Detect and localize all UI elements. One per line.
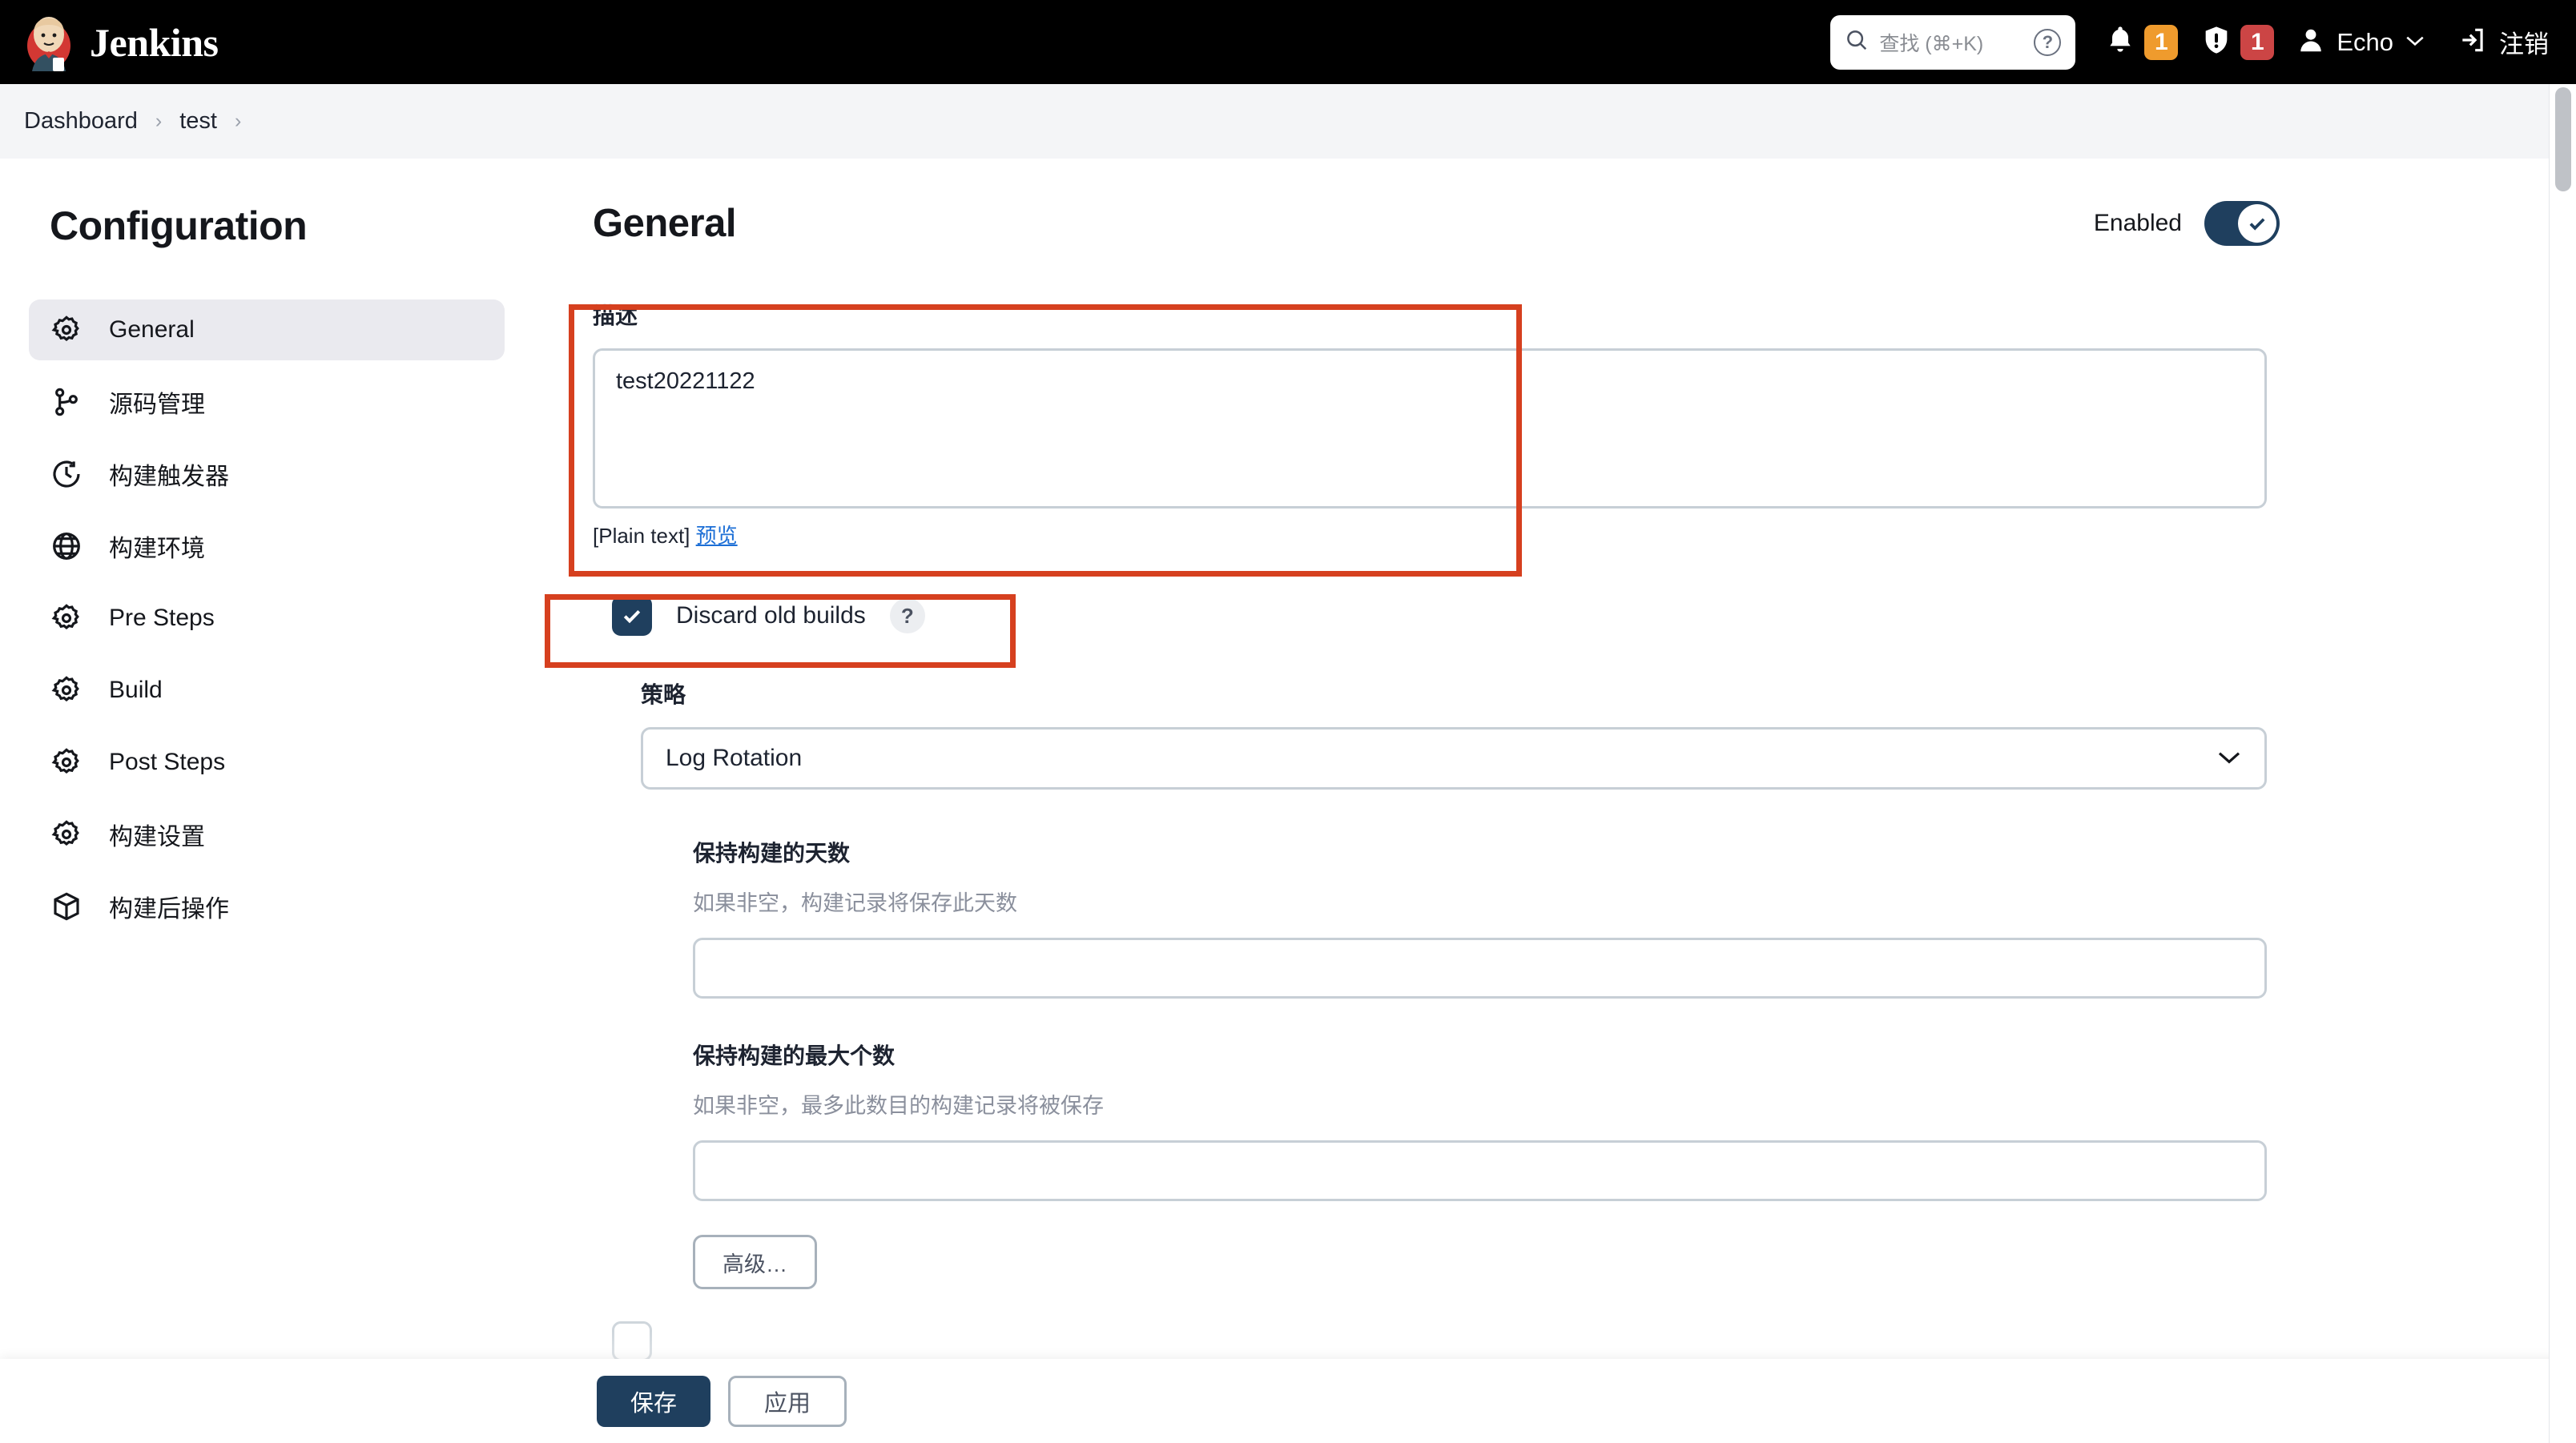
general-form: 描述 test20221122 [Plain text] 预览 Discard … (545, 281, 2576, 1361)
sidebar-item-pre-steps[interactable]: Pre Steps (29, 588, 505, 649)
page-body: Configuration General 源码管理 构建触发器 构建环境 Pr… (0, 159, 2576, 1443)
question-mark-icon[interactable]: ? (889, 598, 925, 633)
form-action-bar: 保存 应用 (0, 1359, 2576, 1443)
person-icon (2296, 25, 2325, 59)
section-header: General Enabled (545, 159, 2576, 246)
chevron-down-icon[interactable] (2216, 745, 2242, 772)
sidebar-item-source-control[interactable]: 源码管理 (29, 372, 505, 432)
sidebar-item-label: 构建后操作 (109, 896, 229, 922)
save-button[interactable]: 保存 (597, 1375, 711, 1427)
user-menu[interactable]: Echo (2296, 25, 2425, 59)
sidebar-item-label: Post Steps (109, 749, 226, 775)
days-to-keep-hint: 如果非空，构建记录将保存此天数 (693, 891, 1017, 915)
sidebar-item-general[interactable]: General (29, 299, 505, 360)
logout-button[interactable]: 注销 (2457, 24, 2549, 60)
configuration-sidebar: Configuration General 源码管理 构建触发器 构建环境 Pr… (0, 159, 545, 948)
top-header-bar: Jenkins 查找 (⌘+K) ? 1 1 Echo 注销 (0, 0, 2576, 84)
bell-icon[interactable] (2104, 23, 2136, 61)
search-icon (1845, 28, 1869, 56)
jenkins-butler-logo-icon (24, 14, 74, 71)
strategy-select[interactable]: Log Rotation (641, 727, 2267, 790)
discard-old-builds-label: Discard old builds (676, 602, 866, 629)
package-icon (50, 890, 83, 923)
notifications-indicator[interactable]: 1 (2104, 23, 2179, 61)
gear-icon (50, 673, 83, 707)
markup-type-label: [Plain text] (593, 524, 690, 548)
brand-title: Jenkins (90, 19, 219, 65)
breadcrumb-item-test[interactable]: test (179, 108, 217, 135)
gear-icon (50, 313, 83, 347)
search-input[interactable]: 查找 (⌘+K) (1879, 28, 2023, 57)
strategy-section: 策略 Log Rotation (641, 677, 2576, 790)
check-icon (2249, 218, 2265, 231)
help-circle-icon[interactable]: ? (2034, 28, 2062, 56)
sidebar-item-label: Pre Steps (109, 605, 215, 631)
page-title: Configuration (50, 203, 308, 248)
strategy-label: 策略 (641, 682, 686, 707)
sidebar-item-label: General (109, 316, 195, 343)
sidebar-item-build[interactable]: Build (29, 660, 505, 721)
page-scrollbar[interactable] (2549, 84, 2576, 1443)
logout-arrow-icon (2457, 25, 2488, 59)
description-input[interactable]: test20221122 (593, 348, 2267, 508)
discard-old-builds-checkbox[interactable] (612, 596, 652, 636)
max-builds-label: 保持构建的最大个数 (693, 1043, 896, 1068)
enabled-toggle-label: Enabled (2093, 210, 2182, 236)
logout-label: 注销 (2499, 30, 2549, 58)
advanced-button[interactable]: 高级… (693, 1235, 817, 1289)
enabled-toggle-group[interactable]: Enabled (2094, 201, 2280, 246)
jenkins-configuration-page: Jenkins 查找 (⌘+K) ? 1 1 Echo 注销 Dashboard… (0, 0, 2576, 1443)
configuration-main-panel: General Enabled 描述 test20221122 [Plain t… (545, 159, 2576, 1443)
breadcrumb: Dashboard › test › (0, 84, 2576, 159)
globe-icon (50, 529, 83, 563)
gear-icon (50, 746, 83, 779)
git-branch-icon (50, 385, 83, 419)
clock-icon (50, 457, 83, 491)
breadcrumb-separator-2[interactable]: › (235, 110, 241, 133)
notification-count-badge[interactable]: 1 (2144, 24, 2179, 60)
sidebar-item-label: 源码管理 (109, 392, 205, 418)
breadcrumb-separator: › (155, 110, 163, 132)
sidebar-item-label: 构建设置 (109, 824, 205, 850)
strategy-selected-value: Log Rotation (666, 745, 803, 771)
sidebar-item-build-environment[interactable]: 构建环境 (29, 516, 505, 577)
sidebar-item-post-build-actions[interactable]: 构建后操作 (29, 876, 505, 937)
toggle-knob (2238, 204, 2276, 243)
max-builds-section: 保持构建的最大个数 如果非空，最多此数目的构建记录将被保存 (693, 1039, 2576, 1201)
enabled-toggle[interactable] (2204, 201, 2280, 246)
breadcrumb-item-dashboard[interactable]: Dashboard (24, 108, 138, 135)
description-label: 描述 (593, 303, 638, 328)
sidebar-item-label: Build (109, 677, 163, 703)
description-markup-row: [Plain text] 预览 (593, 520, 2576, 549)
sidebar-item-build-settings[interactable]: 构建设置 (29, 804, 505, 865)
sidebar-item-label: 构建环境 (109, 536, 205, 562)
max-builds-input[interactable] (693, 1140, 2267, 1201)
security-count-badge[interactable]: 1 (2240, 24, 2275, 60)
advanced-row: 高级… (693, 1235, 2576, 1289)
security-indicator[interactable]: 1 (2200, 22, 2275, 62)
apply-button[interactable]: 应用 (728, 1375, 847, 1427)
days-to-keep-label: 保持构建的天数 (693, 841, 851, 866)
preview-link[interactable]: 预览 (696, 524, 738, 548)
max-builds-hint: 如果非空，最多此数目的构建记录将被保存 (693, 1094, 1104, 1118)
brand-home-link[interactable]: Jenkins (0, 14, 219, 71)
discard-old-builds-row[interactable]: Discard old builds ? (612, 596, 2576, 636)
description-section: 描述 test20221122 [Plain text] 预览 (593, 281, 2576, 549)
check-icon (623, 609, 641, 624)
search-box[interactable]: 查找 (⌘+K) ? (1830, 14, 2076, 70)
days-to-keep-section: 保持构建的天数 如果非空，构建记录将保存此天数 (693, 836, 2576, 999)
chevron-down-icon[interactable] (2405, 32, 2425, 53)
days-to-keep-input[interactable] (693, 938, 2267, 999)
gear-icon (50, 818, 83, 851)
shield-exclamation-icon[interactable] (2200, 22, 2232, 62)
sidebar-item-build-triggers[interactable]: 构建触发器 (29, 444, 505, 504)
section-title: General (593, 202, 736, 245)
sidebar-item-post-steps[interactable]: Post Steps (29, 732, 505, 793)
gear-icon (50, 601, 83, 635)
user-name-label: Echo (2337, 27, 2393, 56)
scrollbar-thumb[interactable] (2555, 87, 2571, 191)
header-right-controls: 查找 (⌘+K) ? 1 1 Echo 注销 (1830, 14, 2576, 70)
sidebar-item-label: 构建触发器 (109, 464, 229, 490)
